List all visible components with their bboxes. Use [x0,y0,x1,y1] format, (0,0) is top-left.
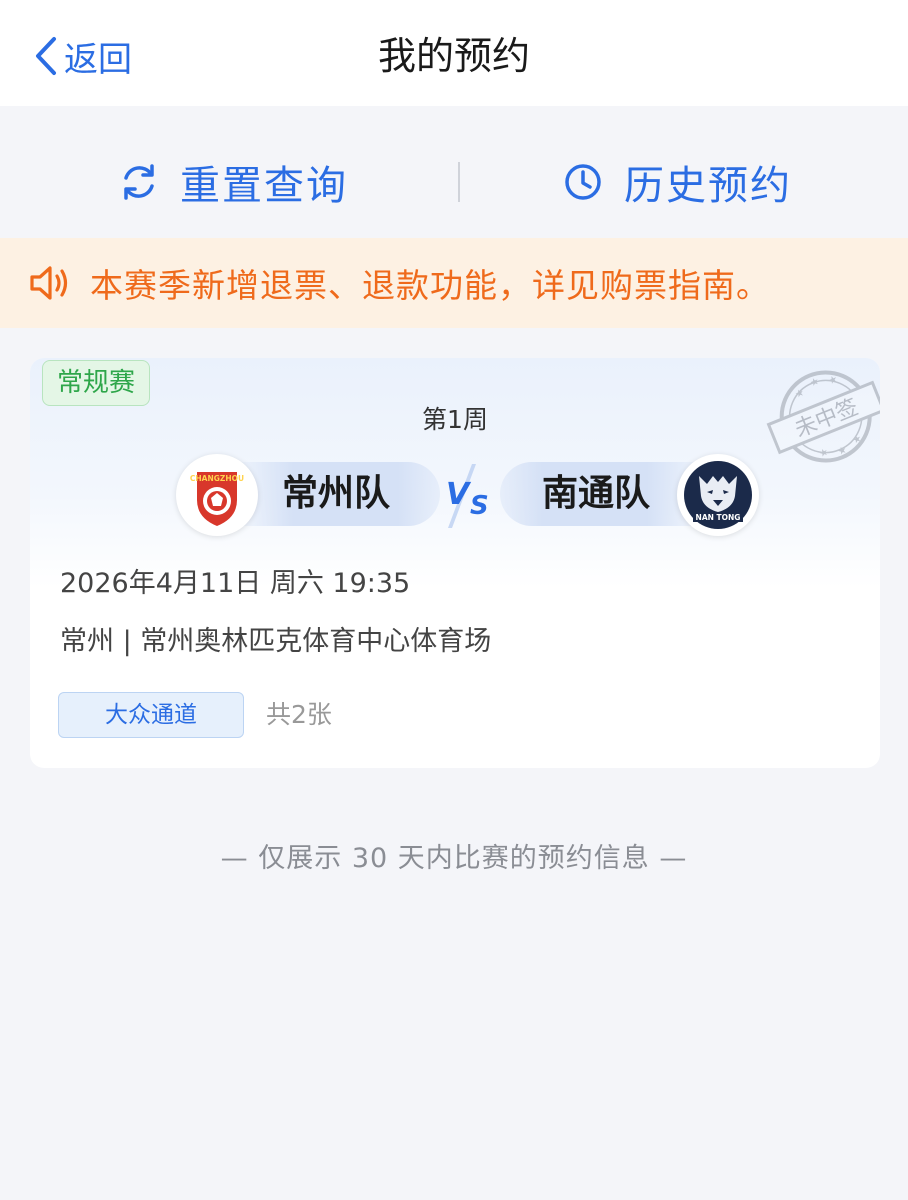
match-venue: 常州 | 常州奥林匹克体育中心体育场 [60,626,492,657]
action-divider [458,162,460,202]
vs-icon: V S [446,464,489,528]
navigation-bar: 返回 我的预约 [0,0,908,106]
away-team-name: 南通队 [542,473,651,514]
reset-query-label: 重置查询 [180,163,348,209]
notice-bar[interactable]: 本赛季新增退票、退款功能，详见购票指南。 [0,238,908,328]
history-reservations-label: 历史预约 [624,163,792,209]
action-row: 重置查询 历史预约 [0,138,908,226]
page-title: 我的预约 [377,34,530,78]
round-label: 第1周 [422,405,488,434]
ticket-count: 共2张 [266,700,332,729]
svg-text:NAN TONG: NAN TONG [696,513,741,522]
svg-text:★: ★ [794,387,806,401]
reservation-card[interactable]: 常规赛 未中签 ★ ★ ★ ★ ★ ★ 第1周 CHANGZHOU 常州队 V [30,358,880,768]
reset-query-button[interactable]: 重置查询 [118,138,348,226]
footer-hint: — 仅展示 30 天内比赛的预约信息 — [220,843,688,874]
match-datetime: 2026年4月11日 周六 19:35 [60,568,411,599]
home-team-name: 常州队 [282,473,391,514]
svg-text:S: S [470,491,489,521]
clock-icon [565,164,601,200]
speaker-icon [30,266,68,300]
history-reservations-button[interactable]: 历史预约 [562,138,792,226]
nantong-wolf-crest-icon: NAN TONG [684,461,752,529]
svg-text:V: V [446,477,472,512]
svg-text:CHANGZHOU: CHANGZHOU [190,474,244,483]
notice-text: 本赛季新增退票、退款功能，详见购票指南。 [90,266,770,305]
away-team-logo: NAN TONG [677,454,759,536]
refresh-icon [124,164,154,200]
home-team-logo: CHANGZHOU [176,454,258,536]
svg-text:★: ★ [808,376,820,390]
changzhou-crest-icon: CHANGZHOU [190,472,244,526]
entry-channel-tag: 大众通道 [58,692,244,738]
